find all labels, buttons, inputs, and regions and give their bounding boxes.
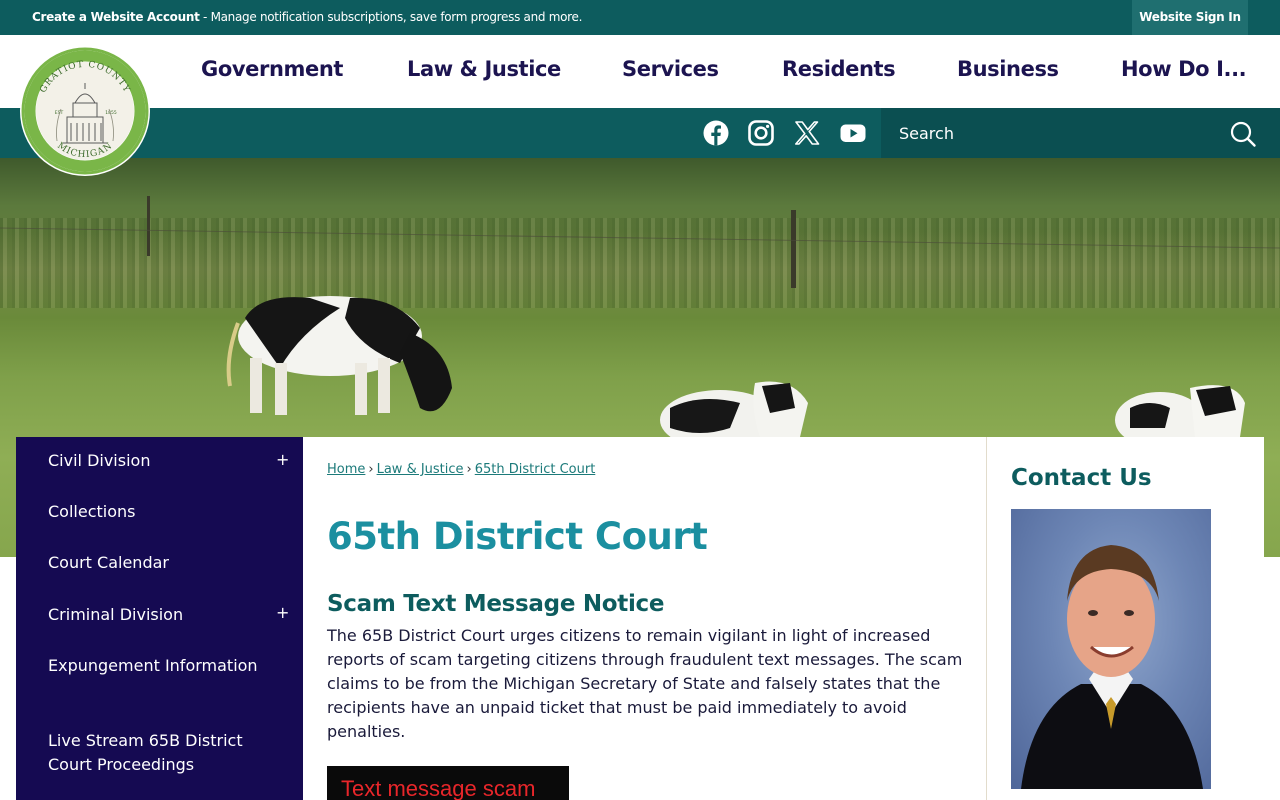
breadcrumb-separator: › [466, 462, 472, 477]
breadcrumb-district-court[interactable]: 65th District Court [475, 462, 596, 477]
scam-message-image[interactable]: Text message scam [327, 766, 569, 800]
search-icon[interactable] [1229, 120, 1257, 148]
main-nav: Government Law & Justice Services Reside… [0, 35, 1280, 108]
website-signin-button[interactable]: Website Sign In [1132, 0, 1248, 35]
notice-body-text: The 65B District Court urges citizens to… [327, 626, 963, 741]
account-message: Create a Website Account - Manage notifi… [32, 10, 582, 24]
nav-item-government[interactable]: Government [201, 57, 343, 81]
sidebar-item-expungement[interactable]: Expungement Information [48, 654, 258, 678]
nav-item-law-justice[interactable]: Law & Justice [407, 57, 561, 81]
page-title: 65th District Court [327, 515, 708, 558]
search-input[interactable] [899, 118, 1219, 148]
facebook-icon[interactable] [702, 119, 730, 147]
judge-portrait-image [1011, 509, 1211, 789]
nav-item-residents[interactable]: Residents [782, 57, 896, 81]
sidebar-item-collections[interactable]: Collections [48, 500, 258, 524]
search-box [881, 108, 1280, 158]
sidebar-item-civil-division[interactable]: Civil Division [48, 449, 258, 473]
breadcrumb-law-justice[interactable]: Law & Justice [377, 462, 464, 477]
breadcrumb: Home › Law & Justice › 65th District Court [327, 462, 595, 477]
social-search-bar [0, 108, 1280, 158]
account-message-text: - Manage notification subscriptions, sav… [199, 10, 583, 24]
breadcrumb-home[interactable]: Home [327, 462, 365, 477]
nav-item-how-do-i[interactable]: How Do I... [1121, 57, 1247, 81]
x-icon[interactable] [793, 119, 821, 147]
contact-sidebar: Contact Us [986, 437, 1264, 800]
youtube-icon[interactable] [839, 119, 867, 147]
contact-us-heading: Contact Us [1011, 465, 1152, 491]
sidebar-nav: Civil Division + Collections Court Calen… [16, 437, 303, 800]
expand-plus-icon[interactable]: + [276, 603, 289, 622]
breadcrumb-separator: › [368, 462, 374, 477]
county-seal-logo[interactable]: GRATIOT COUNTY MICHIGAN EST 1855 [19, 45, 151, 177]
utility-bar: Create a Website Account - Manage notifi… [0, 0, 1280, 35]
scam-image-caption: Text message scam [341, 776, 536, 800]
nav-item-services[interactable]: Services [622, 57, 719, 81]
notice-heading: Scam Text Message Notice [327, 591, 665, 617]
main-content: Home › Law & Justice › 65th District Court 6… [303, 437, 986, 800]
instagram-icon[interactable] [747, 119, 775, 147]
sidebar-item-court-calendar[interactable]: Court Calendar [48, 551, 258, 575]
create-account-link[interactable]: Create a Website Account [32, 10, 200, 24]
sidebar-item-criminal-division[interactable]: Criminal Division [48, 603, 258, 627]
nav-item-business[interactable]: Business [957, 57, 1059, 81]
expand-plus-icon[interactable]: + [276, 450, 289, 469]
sidebar-item-live-stream[interactable]: Live Stream 65B District Court Proceedin… [48, 729, 258, 777]
